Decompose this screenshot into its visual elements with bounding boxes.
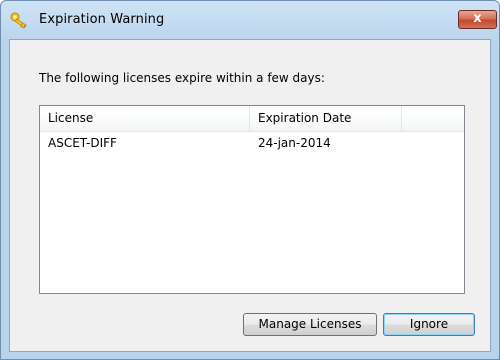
key-icon xyxy=(9,11,33,31)
ignore-button[interactable]: Ignore xyxy=(383,313,475,336)
expiration-date: 24-jan-2014 xyxy=(258,136,331,150)
dialog-client-area: The following licenses expire within a f… xyxy=(9,39,491,352)
close-icon: x xyxy=(473,11,482,26)
column-header-expiration-date[interactable]: Expiration Date xyxy=(250,106,402,131)
licenses-list[interactable]: License Expiration Date ASCET-DIFF 24-ja… xyxy=(39,105,465,294)
list-header: License Expiration Date xyxy=(40,106,464,132)
close-button[interactable]: x xyxy=(458,10,497,29)
window-title: Expiration Warning xyxy=(39,12,165,27)
list-item[interactable]: ASCET-DIFF 24-jan-2014 xyxy=(40,133,464,153)
warning-message: The following licenses expire within a f… xyxy=(39,71,325,85)
column-header-license[interactable]: License xyxy=(40,106,250,131)
title-bar[interactable]: Expiration Warning x xyxy=(1,1,499,39)
manage-licenses-button[interactable]: Manage Licenses xyxy=(243,313,377,336)
license-name: ASCET-DIFF xyxy=(48,136,117,150)
dialog-window: Expiration Warning x The following licen… xyxy=(0,0,500,360)
